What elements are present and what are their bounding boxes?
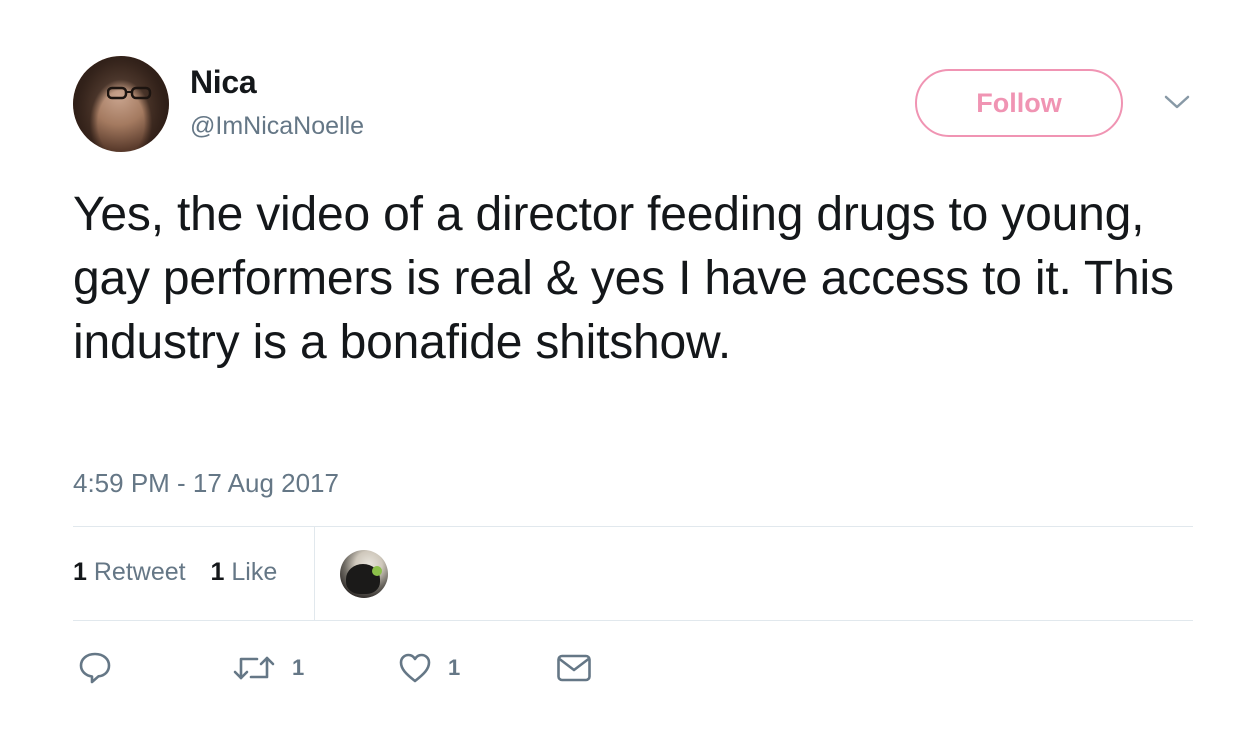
retweet-count: 1	[292, 655, 305, 680]
retweet-icon	[233, 656, 275, 680]
envelope-icon	[557, 654, 591, 682]
liker-avatar-accent	[372, 566, 382, 576]
retweet-button[interactable]: 1	[232, 648, 304, 688]
direct-message-button[interactable]	[556, 648, 592, 688]
divider-top	[73, 526, 1193, 527]
author-handle[interactable]: @ImNicaNoelle	[190, 112, 364, 141]
stats-divider	[314, 527, 315, 620]
author-name[interactable]: Nica	[190, 64, 257, 101]
likes-stat[interactable]: 1 Like	[211, 558, 278, 586]
likes-stat-label: Like	[231, 558, 278, 586]
retweets-stat[interactable]: 1 Retweet	[73, 558, 186, 586]
retweets-stat-count: 1	[73, 558, 87, 586]
likes-stat-count: 1	[210, 558, 225, 586]
tweet-text: Yes, the video of a director feeding dru…	[73, 188, 1174, 369]
reply-button[interactable]	[78, 648, 112, 688]
avatar-hair-shading	[73, 56, 169, 152]
divider-bottom	[73, 620, 1193, 621]
tweet-stats: 1 Retweet 1 Like	[73, 558, 295, 587]
like-count: 1	[448, 655, 461, 680]
retweets-stat-label: Retweet	[93, 558, 186, 586]
follow-button[interactable]: Follow	[915, 69, 1123, 137]
like-button[interactable]: 1	[398, 648, 460, 688]
author-avatar[interactable]	[73, 56, 169, 152]
tweet-timestamp[interactable]: 4:59 PM - 17 Aug 2017	[73, 468, 339, 499]
avatar-glasses	[107, 86, 152, 100]
heart-icon	[399, 653, 431, 683]
liker-avatar[interactable]	[340, 550, 388, 598]
reply-icon	[79, 652, 111, 684]
chevron-down-icon[interactable]	[1163, 92, 1191, 112]
